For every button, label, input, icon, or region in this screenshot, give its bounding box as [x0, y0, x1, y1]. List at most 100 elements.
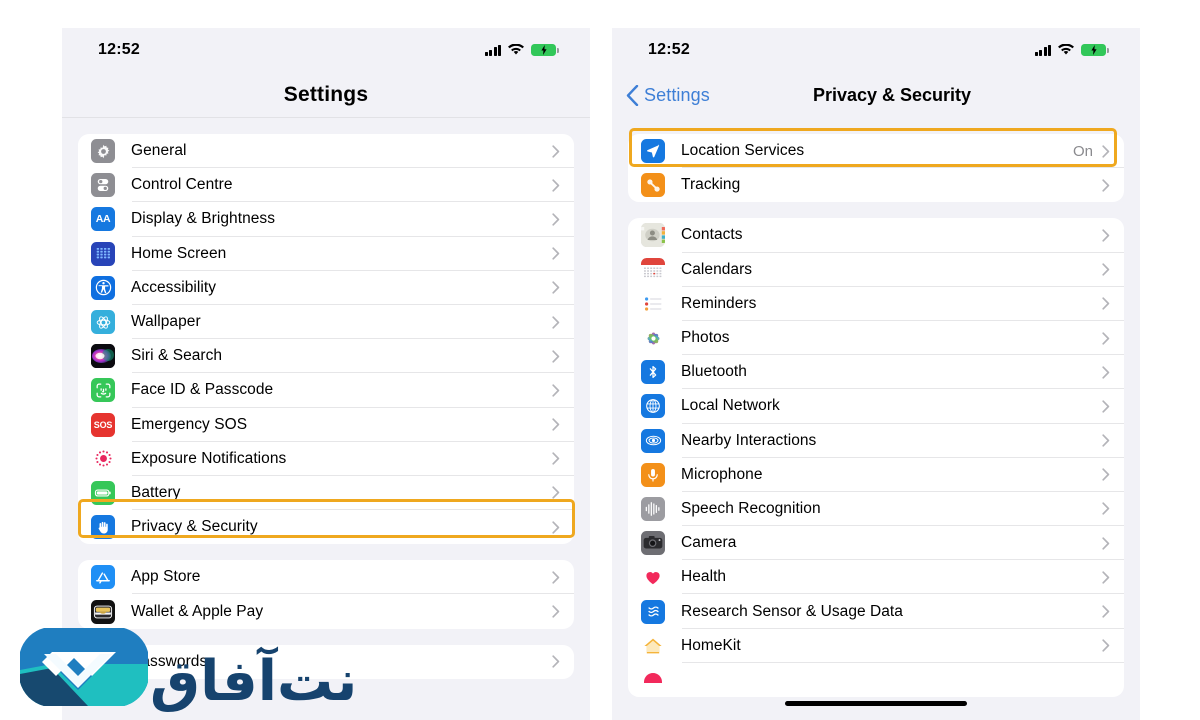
chevron-right-icon [1102, 571, 1110, 584]
list-item-value: On [1072, 142, 1093, 160]
health-heart-icon [641, 565, 665, 590]
list-item-accessory [1102, 229, 1124, 242]
home-screen-icon [91, 241, 115, 266]
chevron-right-icon [552, 213, 560, 226]
settings-group-store: App Store Wallet & Apple Pay [78, 560, 574, 629]
list-item[interactable]: SOS Emergency SOS [78, 408, 574, 442]
list-item-label: Reminders [681, 294, 757, 312]
list-item[interactable]: Health [628, 560, 1124, 595]
list-item[interactable]: Bluetooth [628, 355, 1124, 390]
list-item-label: Health [681, 568, 727, 586]
list-item[interactable]: Tracking [628, 168, 1124, 202]
chevron-right-icon [1102, 144, 1110, 158]
chevron-right-icon [1102, 639, 1110, 652]
list-item-label: Control Centre [131, 176, 233, 194]
list-item[interactable]: Accessibility [78, 271, 574, 305]
list-item-accessory [552, 213, 574, 226]
list-item[interactable]: Battery [78, 476, 574, 511]
list-item-label: Calendars [681, 260, 753, 278]
list-item-label: Speech Recognition [681, 499, 821, 517]
list-item-accessory [552, 384, 574, 397]
list-item[interactable]: Photos [628, 321, 1124, 356]
list-item[interactable]: Exposure Notifications [78, 442, 574, 476]
photos-icon [641, 326, 665, 351]
list-item[interactable]: Home Screen [78, 237, 574, 271]
list-item[interactable]: Microphone [628, 458, 1124, 492]
list-item-label: Photos [681, 329, 730, 347]
tracking-icon [641, 173, 665, 198]
back-button[interactable]: Settings [626, 84, 710, 106]
list-item-label: Battery [131, 483, 181, 501]
list-item-accessory [1102, 366, 1124, 379]
chevron-right-icon [552, 571, 560, 584]
list-item[interactable]: Contacts [628, 218, 1124, 253]
exposure-notifications-icon [91, 446, 115, 471]
list-item[interactable]: Passwords [78, 645, 574, 679]
privacy-list-right[interactable]: Location Services On Tracking Contacts Cale… [612, 134, 1140, 697]
list-item[interactable]: Local Network [628, 389, 1124, 424]
homekit-icon [641, 633, 665, 658]
list-item-accessory [1102, 331, 1124, 345]
microphone-icon [641, 462, 665, 487]
list-item[interactable]: General [78, 134, 574, 169]
left-phone-settings-screen: 12:52 Settings General Control Centre AA Di… [62, 28, 590, 720]
list-item[interactable]: Privacy & Security [78, 510, 574, 544]
list-item-label: Bluetooth [681, 363, 747, 381]
list-item-label: Wallpaper [131, 313, 201, 331]
list-item[interactable]: Calendars [628, 253, 1124, 287]
list-item[interactable]: Nearby Interactions [628, 424, 1124, 458]
list-item[interactable]: AA Display & Brightness [78, 202, 574, 237]
list-item[interactable]: Control Centre [78, 168, 574, 203]
chevron-right-icon [1102, 366, 1110, 379]
chevron-right-icon [552, 144, 560, 158]
research-sensor-icon [641, 599, 665, 624]
list-item[interactable]: Reminders [628, 287, 1124, 321]
siri-search-icon [91, 344, 115, 369]
list-item-accessory [1102, 502, 1124, 516]
chevron-right-icon [1102, 434, 1110, 447]
chevron-right-icon [1102, 400, 1110, 413]
list-item-label: Privacy & Security [131, 518, 258, 536]
list-item[interactable]: Siri & Search [78, 339, 574, 374]
privacy-group-permissions: Contacts Calendars Reminders Photos Bluetoot… [628, 218, 1124, 697]
list-item-label: Accessibility [131, 278, 217, 296]
list-item-label: App Store [131, 568, 201, 586]
list-item[interactable]: App Store [78, 560, 574, 595]
list-item[interactable]: Camera [628, 526, 1124, 561]
list-item-label: Location Services [681, 142, 805, 160]
chevron-right-icon [552, 418, 560, 431]
settings-list-left[interactable]: General Control Centre AA Display & Brightn… [62, 134, 590, 679]
list-item-accessory [1102, 468, 1124, 481]
list-item[interactable]: Face ID & Passcode [78, 373, 574, 408]
list-item-accessory [552, 418, 574, 431]
screenshot-stage: 12:52 Settings General Control Centre AA Di… [0, 0, 1200, 720]
list-item-accessory [552, 452, 574, 465]
list-item-label: Passwords [131, 652, 208, 670]
list-item-accessory [552, 521, 574, 534]
chevron-right-icon [552, 350, 560, 363]
chevron-right-icon [552, 521, 560, 534]
chevron-right-icon [552, 247, 560, 260]
list-item-accessory [1102, 297, 1124, 310]
list-item[interactable]: HomeKit [628, 629, 1124, 663]
nav-bar-left: Settings [62, 72, 590, 118]
cellular-signal-icon [1034, 44, 1051, 56]
battery-charging-icon [531, 43, 559, 57]
status-bar-right: 12:52 [612, 28, 1140, 72]
page-title: Settings [283, 82, 369, 106]
list-item[interactable]: Location Services On [628, 134, 1124, 169]
list-item[interactable]: Research Sensor & Usage Data [628, 594, 1124, 629]
camera-icon [641, 531, 665, 556]
list-item[interactable] [628, 663, 1124, 697]
list-item[interactable]: Speech Recognition [628, 492, 1124, 527]
home-indicator [785, 700, 967, 706]
list-item-accessory [552, 144, 574, 158]
list-item-accessory: On [1073, 143, 1124, 160]
list-item-accessory [1102, 639, 1124, 652]
list-item[interactable]: Wallet & Apple Pay [78, 594, 574, 628]
list-item-accessory [1102, 400, 1124, 413]
list-item[interactable]: Wallpaper [78, 305, 574, 340]
list-item-label: Research Sensor & Usage Data [681, 602, 903, 620]
chevron-right-icon [1102, 537, 1110, 550]
list-item-accessory [552, 179, 574, 192]
